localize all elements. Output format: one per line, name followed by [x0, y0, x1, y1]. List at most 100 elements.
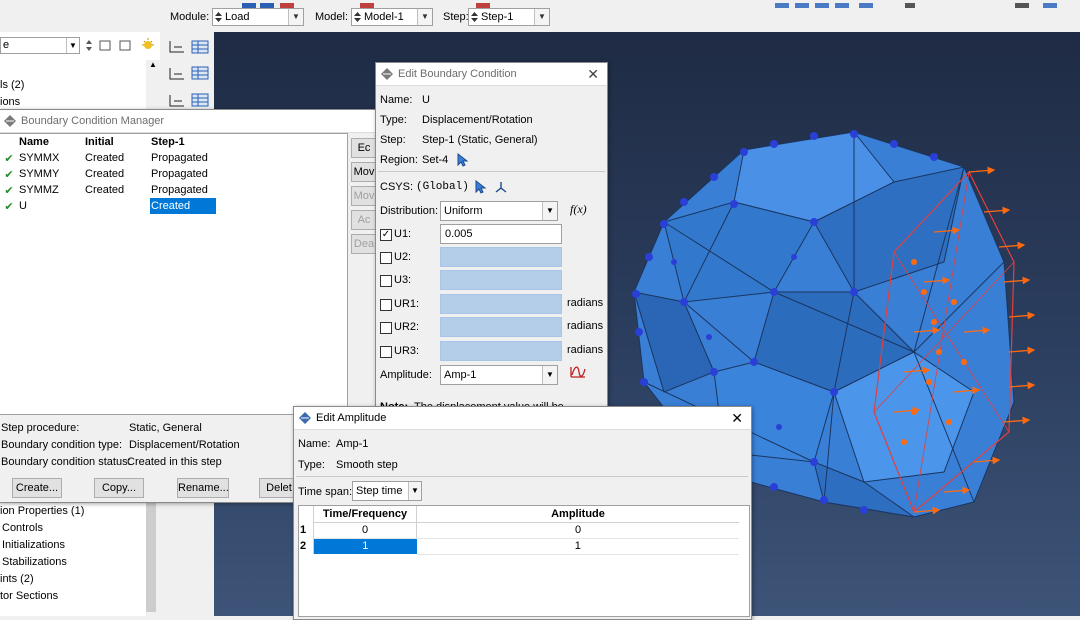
table-row[interactable]: ✔ SYMMX Created Propagated: [0, 150, 216, 166]
bc-manager-title: Boundary Condition Manager: [21, 115, 165, 127]
amplitude-cell[interactable]: 0: [416, 522, 739, 539]
select-arrow-icon[interactable]: [474, 180, 486, 194]
amplitude-select[interactable]: Amp-1 ▼: [440, 365, 558, 385]
module-select[interactable]: Load ▼: [212, 8, 304, 26]
bc-initial-cell[interactable]: Created: [84, 166, 150, 182]
u2-field[interactable]: [440, 247, 562, 267]
u3-checkbox[interactable]: [380, 275, 392, 287]
edit-button[interactable]: Ec: [351, 138, 377, 158]
model-select[interactable]: Model-1 ▼: [351, 8, 433, 26]
bc-step-cell[interactable]: Propagated: [150, 150, 216, 166]
ur3-field[interactable]: [440, 341, 562, 361]
u2-checkbox[interactable]: [380, 252, 392, 264]
tree-scrollbar-thumb[interactable]: [146, 492, 156, 612]
table-row[interactable]: 2 1 1: [299, 538, 739, 555]
bc-manager-titlebar[interactable]: Boundary Condition Manager: [0, 110, 377, 133]
move-left-button[interactable]: Mov: [351, 162, 377, 182]
chevron-down-icon[interactable]: ▼: [66, 38, 79, 53]
bc-initial-cell[interactable]: Created: [84, 150, 150, 166]
ur2-field[interactable]: [440, 317, 562, 337]
bc-name-cell[interactable]: SYMMZ: [18, 182, 84, 198]
scroll-up-icon[interactable]: ▲: [149, 60, 157, 69]
u3-field[interactable]: [440, 270, 562, 290]
bc-name-cell[interactable]: SYMMX: [18, 150, 84, 166]
bc-step-cell[interactable]: Propagated: [150, 166, 216, 182]
csys-axis-icon[interactable]: [494, 180, 508, 194]
type-value: Displacement/Rotation: [422, 114, 533, 126]
dof-label: UR2:: [394, 321, 420, 333]
edit-bc-titlebar[interactable]: Edit Boundary Condition ✕: [376, 63, 607, 86]
timespan-label: Time span:: [298, 486, 353, 498]
tree-filter-select[interactable]: e ▼: [0, 37, 80, 54]
time-cell-selected[interactable]: 1: [313, 538, 417, 554]
distribution-select[interactable]: Uniform ▼: [440, 201, 558, 221]
move-right-button[interactable]: Mov: [351, 186, 377, 206]
create-button[interactable]: Create...: [12, 478, 62, 498]
u1-field[interactable]: 0.005: [440, 224, 562, 244]
csys-label: CSYS:: [380, 181, 414, 193]
column-header[interactable]: Time/Frequency: [313, 506, 417, 523]
u1-checkbox[interactable]: ✓: [380, 229, 392, 241]
timespan-select[interactable]: Step time ▼: [352, 481, 422, 501]
column-header[interactable]: Initial: [84, 134, 150, 150]
deactivate-button[interactable]: Dea: [351, 234, 377, 254]
select-arrow-icon[interactable]: [456, 153, 468, 167]
ur1-field[interactable]: [440, 294, 562, 314]
amplitude-table: Time/Frequency Amplitude 1 0 0 2 1 1: [298, 505, 750, 617]
ur2-checkbox[interactable]: [380, 322, 392, 334]
table-row[interactable]: ✔ SYMMZ Created Propagated: [0, 182, 216, 198]
bc-initial-cell[interactable]: Created: [84, 182, 150, 198]
toolbox-icons[interactable]: [168, 38, 212, 118]
tree-item[interactable]: ion Properties (1): [0, 505, 84, 517]
tree-item[interactable]: Controls: [2, 522, 43, 534]
bc-initial-cell[interactable]: [84, 198, 150, 214]
chevron-down-icon[interactable]: ▼: [288, 9, 303, 25]
tree-item[interactable]: ions: [0, 96, 20, 108]
tree-item[interactable]: ls (2): [0, 79, 24, 91]
spinner-icon: [471, 12, 478, 22]
info-value: Created in this step: [127, 456, 222, 468]
dof-label: UR3:: [394, 345, 420, 357]
rename-button[interactable]: Rename...: [177, 478, 229, 498]
copy-button[interactable]: Copy...: [94, 478, 144, 498]
bc-name-cell[interactable]: U: [18, 198, 84, 214]
ur3-checkbox[interactable]: [380, 346, 392, 358]
chevron-down-icon[interactable]: ▼: [542, 202, 557, 220]
bc-step-cell-selected[interactable]: Created: [150, 198, 216, 214]
spinner-icon: [354, 12, 361, 22]
column-header[interactable]: Step-1: [150, 134, 216, 150]
region-label: Region:: [380, 154, 418, 166]
timespan-value: Step time: [356, 485, 403, 497]
chevron-down-icon[interactable]: ▼: [542, 366, 557, 384]
bc-name-cell[interactable]: SYMMY: [18, 166, 84, 182]
table-row[interactable]: ✔ U Created: [0, 198, 216, 214]
column-header[interactable]: Name: [18, 134, 84, 150]
dof-label: U3:: [394, 274, 412, 286]
fx-button[interactable]: f(x): [570, 202, 587, 217]
tree-item[interactable]: Initializations: [2, 539, 65, 551]
activate-button[interactable]: Ac: [351, 210, 377, 230]
tree-tool-icons[interactable]: [86, 38, 156, 54]
ur1-checkbox[interactable]: [380, 299, 392, 311]
bc-step-cell[interactable]: Propagated: [150, 182, 216, 198]
amplitude-cell[interactable]: 1: [416, 538, 739, 555]
close-icon[interactable]: ✕: [587, 63, 599, 85]
step-label: Step:: [380, 134, 406, 146]
tree-item[interactable]: ints (2): [0, 573, 34, 585]
step-value: Step-1 (Static, General): [422, 134, 538, 146]
toolbar-icons-strip-right: [775, 0, 1075, 8]
edit-amplitude-dialog: Edit Amplitude ✕ Name: Amp-1 Type: Smoot…: [293, 406, 752, 620]
amplitude-curve-icon[interactable]: [570, 365, 586, 379]
chevron-down-icon[interactable]: ▼: [408, 482, 421, 500]
table-row[interactable]: 1 0 0: [299, 522, 739, 539]
tree-item[interactable]: Stabilizations: [2, 556, 67, 568]
close-icon[interactable]: ✕: [731, 407, 743, 429]
column-header[interactable]: Amplitude: [416, 506, 739, 523]
edit-amplitude-titlebar[interactable]: Edit Amplitude ✕: [294, 407, 751, 430]
tree-item[interactable]: tor Sections: [0, 590, 58, 602]
table-row[interactable]: ✔ SYMMY Created Propagated: [0, 166, 216, 182]
chevron-down-icon[interactable]: ▼: [417, 9, 432, 25]
time-cell[interactable]: 0: [313, 522, 417, 539]
step-select[interactable]: Step-1 ▼: [468, 8, 550, 26]
chevron-down-icon[interactable]: ▼: [534, 9, 549, 25]
